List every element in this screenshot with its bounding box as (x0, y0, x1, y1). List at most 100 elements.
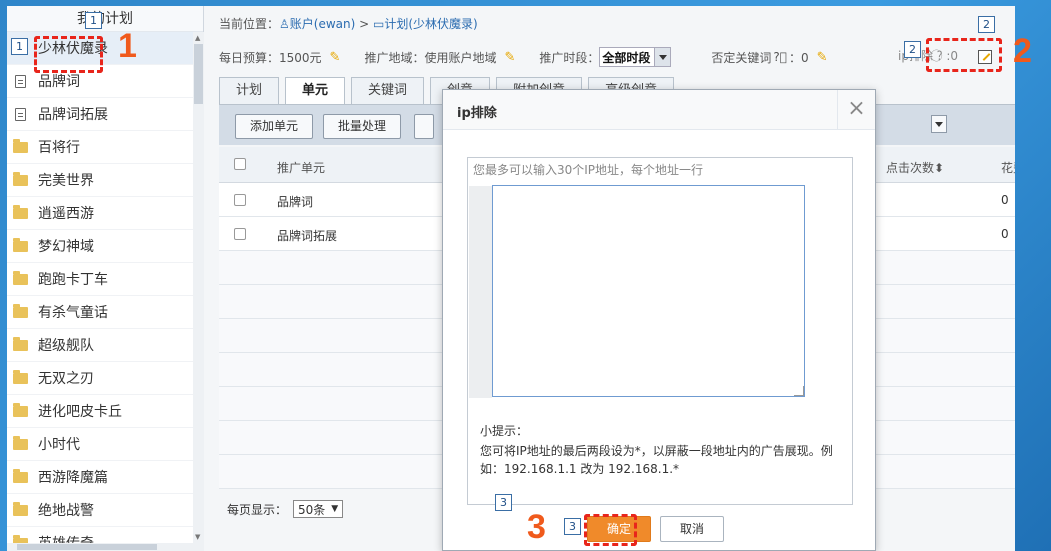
row-checkbox[interactable] (234, 228, 246, 240)
sidebar-item[interactable]: 进化吧皮卡丘 (7, 395, 203, 428)
sidebar-scrollbar[interactable]: ▲ ▼ (193, 32, 204, 551)
sidebar-item-label: 跑跑卡丁车 (38, 272, 108, 288)
ip-exclusion-dialog: ip排除 × 您最多可以输入30个IP地址，每个地址一行 小提示： 您可将IP地… (442, 89, 876, 551)
resize-handle-icon[interactable] (794, 386, 804, 396)
plan-icon: ▭ (373, 17, 385, 31)
annotation-step-1: 1 (118, 27, 137, 65)
pager-label: 每页显示： (227, 502, 288, 517)
folder-icon (13, 237, 28, 252)
period-select[interactable]: 全部时段 (599, 47, 672, 67)
period-label: 推广时段： (539, 50, 600, 65)
breadcrumb-prefix: 当前位置： (219, 17, 280, 31)
sidebar-item[interactable]: 梦幻神域 (7, 230, 203, 263)
sidebar-item[interactable]: 品牌词拓展 (7, 98, 203, 131)
chevron-down-icon[interactable]: ▼ (331, 504, 338, 514)
add-unit-button[interactable]: 添加单元 (235, 114, 314, 139)
budget-text: 每日预算：1500元 (219, 50, 322, 65)
unit-name-cell[interactable]: 品牌词拓展 (277, 227, 337, 244)
clicks-cell: 0 (1001, 227, 1009, 241)
tab[interactable]: 单元 (285, 77, 346, 105)
annotation-highlight-2 (926, 38, 1002, 72)
sidebar-item[interactable]: 西游降魔篇 (7, 461, 203, 494)
sidebar-hscrollbar[interactable] (7, 543, 193, 551)
unit-name-cell[interactable]: 品牌词 (277, 193, 313, 210)
sidebar-item-label: 无双之刃 (38, 371, 94, 387)
sidebar-item[interactable]: 完美世界 (7, 164, 203, 197)
batch-process-button[interactable]: 批量处理 (323, 114, 402, 139)
edit-budget-pencil-icon[interactable]: ✎ (330, 50, 341, 65)
ip-input-hint: 您最多可以输入30个IP地址，每个地址一行 (473, 163, 704, 177)
page-size-select[interactable]: 50条 ▼ (293, 500, 344, 518)
edit-region-pencil-icon[interactable]: ✎ (504, 50, 515, 65)
period-value: 全部时段 (602, 50, 651, 65)
scroll-up-icon[interactable]: ▲ (195, 34, 200, 42)
scroll-down-icon[interactable]: ▼ (195, 533, 200, 541)
clicks-cell: 0 (1001, 193, 1009, 207)
sidebar-item-label: 完美世界 (38, 173, 94, 189)
ip-line-gutter (469, 186, 492, 398)
annotation-step-3: 3 (527, 508, 546, 546)
col-clicks-header[interactable]: 点击次数⬍ (886, 159, 944, 176)
sidebar-item[interactable]: 无双之刃 (7, 362, 203, 395)
folder-icon (13, 402, 28, 417)
folder-icon (13, 270, 28, 285)
col-unit-header: 推广单元 (277, 161, 326, 175)
sidebar-item[interactable]: 跑跑卡丁车 (7, 263, 203, 296)
col-clicks-label: 点击次数 (886, 161, 935, 175)
ip-address-textarea[interactable] (492, 185, 805, 397)
close-icon[interactable]: × (837, 90, 875, 130)
toolbar-select-chevron-icon[interactable] (931, 115, 947, 133)
sidebar-item-label: 小时代 (38, 437, 80, 453)
sidebar-item[interactable]: 小时代 (7, 428, 203, 461)
row-checkbox[interactable] (234, 194, 246, 206)
breadcrumb-plan: 计划(少林伏魔录) (384, 17, 478, 31)
tab[interactable]: 关键词 (351, 77, 425, 104)
breadcrumb-plan-link[interactable]: ▭计划(少林伏魔录) (373, 17, 478, 31)
region-text: 推广地域：使用账户地域 (364, 50, 497, 65)
cancel-button[interactable]: 取消 (660, 516, 724, 542)
breadcrumb-account-link[interactable]: ♙账户(ewan) (279, 17, 355, 31)
document-icon (15, 74, 26, 88)
sidebar-list: 少林伏魔录 品牌词 品牌词拓展 百将行 完美世界 逍遥西游 梦幻神域 跑跑卡丁车 有杀气童话 超级… (7, 32, 203, 551)
hscroll-thumb[interactable] (17, 544, 157, 550)
annotation-badge-3: 3 (564, 518, 581, 535)
sort-icon[interactable]: ⬍ (934, 161, 944, 175)
sidebar-item-label: 绝地战警 (38, 503, 94, 519)
plan-infobar: 每日预算：1500元 ✎ 推广地域：使用账户地域 ✎ 推广时段： 全部时段 否定… (219, 47, 834, 67)
folder-icon (13, 369, 28, 384)
sidebar-item[interactable]: 逍遥西游 (7, 197, 203, 230)
help-icon[interactable]: ?⃝ (773, 50, 787, 64)
breadcrumb: 当前位置：♙账户(ewan) > ▭计划(少林伏魔录) (219, 15, 478, 32)
annotation-badge-2-top: 2 (978, 16, 995, 33)
annotation-badge-1-top: 1 (85, 12, 102, 29)
dialog-title: ip排除 (457, 106, 497, 121)
tip-title: 小提示： (480, 424, 529, 438)
negative-keyword-count: ：0 (789, 50, 809, 65)
sidebar-item[interactable]: 有杀气童话 (7, 296, 203, 329)
pager: 每页显示： 50条 ▼ (227, 500, 344, 518)
sidebar-item-label: 百将行 (38, 140, 80, 156)
annotation-highlight-3 (584, 514, 637, 546)
plan-sidebar: 我的计划 少林伏魔录 品牌词 品牌词拓展 百将行 完美世界 逍遥西游 梦幻神域 跑跑卡丁车 有杀… (7, 6, 204, 551)
folder-icon (13, 171, 28, 186)
select-all-checkbox[interactable] (234, 158, 246, 170)
sidebar-title: 我的计划 (7, 6, 203, 32)
sidebar-item-label: 西游降魔篇 (38, 470, 108, 486)
annotation-badge-1: 1 (11, 38, 28, 55)
folder-icon (13, 501, 28, 516)
dialog-header: ip排除 × (443, 90, 875, 130)
sidebar-item[interactable]: 超级舰队 (7, 329, 203, 362)
col-cost-header: 花费 (1001, 161, 1015, 175)
page-size-value: 50条 (298, 502, 326, 517)
more-button[interactable] (414, 114, 434, 139)
scroll-thumb[interactable] (194, 44, 203, 104)
tab[interactable]: 计划 (219, 77, 280, 104)
edit-negative-keyword-pencil-icon[interactable]: ✎ (817, 50, 828, 65)
chevron-down-icon[interactable] (654, 48, 671, 66)
sidebar-item[interactable]: 绝地战警 (7, 494, 203, 527)
sidebar-item[interactable]: 百将行 (7, 131, 203, 164)
breadcrumb-separator: > (355, 17, 373, 31)
sidebar-item-label: 有杀气童话 (38, 305, 108, 321)
sidebar-item-label: 逍遥西游 (38, 206, 94, 222)
user-icon: ♙ (279, 17, 290, 31)
